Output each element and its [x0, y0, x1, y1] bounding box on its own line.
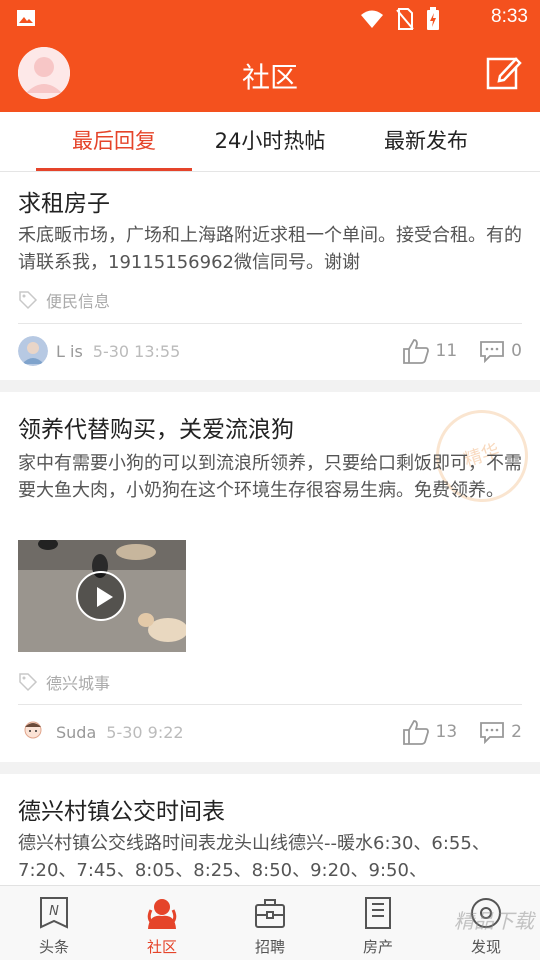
status-bar: 8:33: [0, 0, 540, 36]
tag-icon: [19, 673, 38, 692]
comment-count: 0: [511, 341, 522, 361]
tab-latest-reply[interactable]: 最后回复: [36, 112, 192, 172]
tag-label: 德兴城事: [46, 674, 111, 693]
nav-label: 社区: [146, 938, 177, 956]
post-tag[interactable]: 德兴城事: [18, 670, 110, 694]
post-body: 德兴村镇公交线路时间表龙头山线德兴--暖水6:30、6:55、7:20、7:45…: [18, 833, 490, 881]
post-meta: Suda 5-30 9:22 13 2: [18, 717, 522, 747]
tab-bar: 最后回复 24小时热帖 最新发布: [0, 112, 540, 172]
app-header: 社区: [0, 36, 540, 112]
nav-label: 招聘: [254, 938, 285, 956]
svg-text:N: N: [49, 904, 59, 919]
tab-active-indicator: [36, 168, 192, 171]
tag-label: 便民信息: [46, 292, 111, 311]
page-title: 社区: [241, 61, 298, 94]
no-sim-icon: [396, 8, 414, 30]
post-time: 5-30 13:55: [92, 341, 181, 361]
tag-icon: [19, 291, 38, 310]
comment-icon: [480, 722, 505, 744]
like-count: 11: [435, 341, 458, 361]
post-body: 家中有需要小狗的可以到流浪所领养，只要给口剩饭即可，不需要大鱼大肉，小奶狗在这个…: [18, 453, 522, 501]
author-name[interactable]: Suda: [56, 723, 96, 742]
comment-button[interactable]: 0: [479, 339, 522, 363]
nav-label: 房产: [362, 938, 393, 956]
nav-item-community[interactable]: 社区: [108, 886, 216, 960]
avatar-icon: [18, 717, 48, 747]
nav-label: 头条: [38, 938, 69, 956]
post-time: 5-30 9:22: [106, 722, 184, 742]
post-meta: L is 5-30 13:55 11 0: [18, 336, 522, 366]
clock: 8:33: [491, 6, 528, 27]
author-avatar[interactable]: [18, 717, 48, 747]
post-card[interactable]: 精华 领养代替购买，关爱流浪狗 家中有需要小狗的可以到流浪所领养，只要给口剩饭即…: [0, 392, 540, 762]
briefcase-icon: [255, 899, 285, 928]
compose-icon[interactable]: [486, 54, 522, 90]
image-icon: [17, 10, 35, 26]
site-watermark: 精品下载: [454, 909, 534, 933]
author-name[interactable]: L is: [56, 342, 83, 361]
comment-button[interactable]: 2: [479, 720, 522, 744]
nav-item-jobs[interactable]: 招聘: [216, 886, 324, 960]
building-icon: [365, 897, 391, 929]
tab-newest[interactable]: 最新发布: [348, 112, 504, 172]
nav-item-property[interactable]: 房产: [324, 886, 432, 960]
divider: [18, 323, 522, 324]
wifi-icon: [361, 10, 383, 28]
nav-label: 发现: [470, 938, 501, 956]
post-card[interactable]: 德兴村镇公交时间表 德兴村镇公交线路时间表龙头山线德兴--暖水6:30、6:55…: [0, 774, 540, 886]
comment-count: 2: [511, 722, 522, 742]
like-button[interactable]: 11: [402, 338, 458, 364]
news-icon: N: [40, 897, 68, 929]
post-title[interactable]: 领养代替购买，关爱流浪狗: [18, 410, 294, 444]
comment-icon: [480, 341, 505, 363]
post-title[interactable]: 求租房子: [18, 184, 110, 218]
author-avatar[interactable]: [18, 336, 48, 366]
avatar-icon: [18, 336, 48, 366]
thumbs-up-icon: [402, 339, 429, 364]
post-body: 禾底畈市场，广场和上海路附近求租一个单间。接受合租。有的请联系我，1911515…: [18, 225, 522, 273]
play-icon[interactable]: [76, 571, 126, 621]
community-icon: [147, 899, 177, 929]
divider: [18, 704, 522, 705]
nav-item-headlines[interactable]: N 头条: [0, 886, 108, 960]
like-count: 13: [435, 722, 458, 742]
battery-charging-icon: [427, 7, 439, 30]
tab-24h-hot[interactable]: 24小时热帖: [192, 112, 348, 172]
like-button[interactable]: 13: [402, 719, 458, 745]
post-card[interactable]: 求租房子 禾底畈市场，广场和上海路附近求租一个单间。接受合租。有的请联系我，19…: [0, 172, 540, 380]
post-tag[interactable]: 便民信息: [18, 288, 110, 312]
video-thumbnail[interactable]: [18, 540, 186, 652]
post-title[interactable]: 德兴村镇公交时间表: [18, 792, 225, 826]
thumbs-up-icon: [402, 720, 429, 745]
